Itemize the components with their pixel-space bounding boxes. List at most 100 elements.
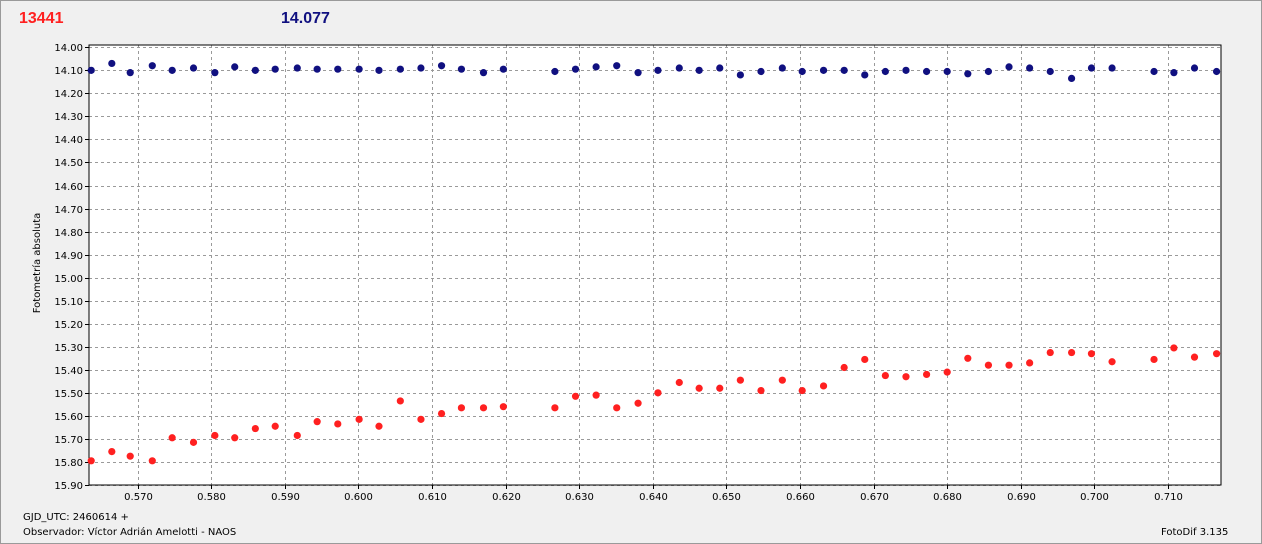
x-tick-label: 0.650 xyxy=(712,492,741,503)
red-data-point xyxy=(375,422,383,430)
y-tick-label: 14.50 xyxy=(54,158,83,169)
red-data-point xyxy=(922,370,931,379)
red-data-point xyxy=(126,452,134,460)
x-tick-label: 0.590 xyxy=(271,492,300,503)
red-data-point xyxy=(819,382,828,390)
y-tick-label: 15.10 xyxy=(54,297,83,308)
red-data-point xyxy=(798,386,806,395)
red-data-point xyxy=(1067,348,1076,357)
red-data-point xyxy=(613,404,621,412)
red-data-point xyxy=(293,431,301,440)
blue-data-point xyxy=(695,66,703,74)
red-data-point xyxy=(592,391,600,399)
y-tick-label: 14.70 xyxy=(54,205,83,216)
red-data-point xyxy=(396,397,404,405)
blue-data-point xyxy=(984,67,993,76)
x-tick-label: 0.660 xyxy=(786,492,815,503)
x-tick-label: 0.580 xyxy=(197,492,226,503)
red-data-point xyxy=(168,434,176,442)
blue-data-point xyxy=(1087,64,1096,72)
y-tick-label: 15.80 xyxy=(54,458,83,469)
red-data-point xyxy=(271,422,279,430)
red-data-point xyxy=(654,389,662,397)
blue-data-point xyxy=(757,67,765,76)
red-data-point xyxy=(437,409,446,418)
blue-data-point xyxy=(1212,67,1221,76)
red-data-point xyxy=(355,415,363,423)
red-data-point xyxy=(1108,358,1116,366)
blue-data-point xyxy=(148,62,156,70)
blue-data-point xyxy=(313,65,321,73)
blue-data-point xyxy=(1005,63,1013,71)
red-data-point xyxy=(943,368,951,376)
blue-data-point xyxy=(231,63,239,71)
blue-data-point xyxy=(334,65,342,73)
y-tick-label: 14.40 xyxy=(54,135,83,146)
red-data-point xyxy=(499,403,507,411)
blue-data-point xyxy=(1170,69,1178,77)
red-data-point xyxy=(902,373,910,381)
red-data-point xyxy=(108,447,116,456)
y-axis-label: Fotometría absoluta xyxy=(31,213,43,314)
blue-data-point xyxy=(840,66,848,74)
blue-data-point xyxy=(922,67,931,76)
red-data-point xyxy=(716,384,724,392)
blue-data-point xyxy=(251,66,259,74)
blue-data-point xyxy=(943,67,951,76)
scatter-plot: 14.00 14.10 14.20 14.30 14.40 14.50 14.60 14.70… xyxy=(31,43,1222,503)
blue-data-point xyxy=(355,65,363,73)
blue-data-point xyxy=(675,64,683,72)
blue-data-point xyxy=(861,71,869,79)
blue-data-point xyxy=(189,64,198,72)
red-data-point xyxy=(457,404,466,412)
red-data-point xyxy=(1150,355,1158,364)
red-data-point xyxy=(1005,361,1013,369)
red-data-point xyxy=(861,355,869,364)
y-tick-label: 15.40 xyxy=(54,366,83,377)
red-data-point xyxy=(1170,344,1178,352)
blue-data-point xyxy=(634,69,642,77)
blue-data-point xyxy=(654,66,662,74)
y-axis-ticks: 14.00 14.10 14.20 14.30 14.40 14.50 14.60 14.70… xyxy=(54,43,89,492)
blue-data-point xyxy=(499,65,507,73)
red-data-point xyxy=(1212,350,1221,358)
blue-data-point xyxy=(126,69,134,77)
blue-data-point xyxy=(551,67,559,76)
blue-data-point xyxy=(1190,64,1199,72)
red-data-point xyxy=(1046,348,1054,357)
red-data-point xyxy=(964,354,972,362)
red-data-point xyxy=(571,392,580,400)
x-tick-label: 0.630 xyxy=(565,492,594,503)
red-data-point xyxy=(1026,359,1034,367)
y-tick-label: 14.80 xyxy=(54,228,83,239)
red-data-point xyxy=(231,434,239,442)
x-tick-label: 0.700 xyxy=(1080,492,1109,503)
red-data-point xyxy=(736,376,744,384)
observer-label: Observador: Víctor Adrián Amelotti - NAO… xyxy=(23,527,237,538)
red-data-point xyxy=(881,371,889,380)
x-tick-label: 0.670 xyxy=(860,492,889,503)
y-tick-label: 14.30 xyxy=(54,112,83,123)
red-data-point xyxy=(675,378,683,387)
blue-data-point xyxy=(902,66,910,74)
blue-data-point xyxy=(1067,74,1076,83)
red-data-point xyxy=(189,438,198,446)
blue-data-point xyxy=(819,66,828,74)
blue-data-point xyxy=(211,69,219,77)
red-data-point xyxy=(313,418,321,426)
red-data-point xyxy=(417,415,425,423)
red-data-point xyxy=(148,457,156,465)
red-data-point xyxy=(984,361,993,369)
blue-data-point xyxy=(375,66,383,74)
blue-data-point xyxy=(571,65,580,73)
red-data-point xyxy=(334,420,342,428)
y-tick-label: 15.30 xyxy=(54,343,83,354)
blue-data-point xyxy=(1108,64,1116,72)
x-tick-label: 0.620 xyxy=(492,492,521,503)
red-data-point xyxy=(757,386,765,395)
x-tick-label: 0.640 xyxy=(639,492,668,503)
blue-data-point xyxy=(778,64,786,72)
y-tick-label: 15.90 xyxy=(54,481,83,492)
red-data-point xyxy=(1190,353,1199,361)
x-tick-label: 0.600 xyxy=(344,492,373,503)
